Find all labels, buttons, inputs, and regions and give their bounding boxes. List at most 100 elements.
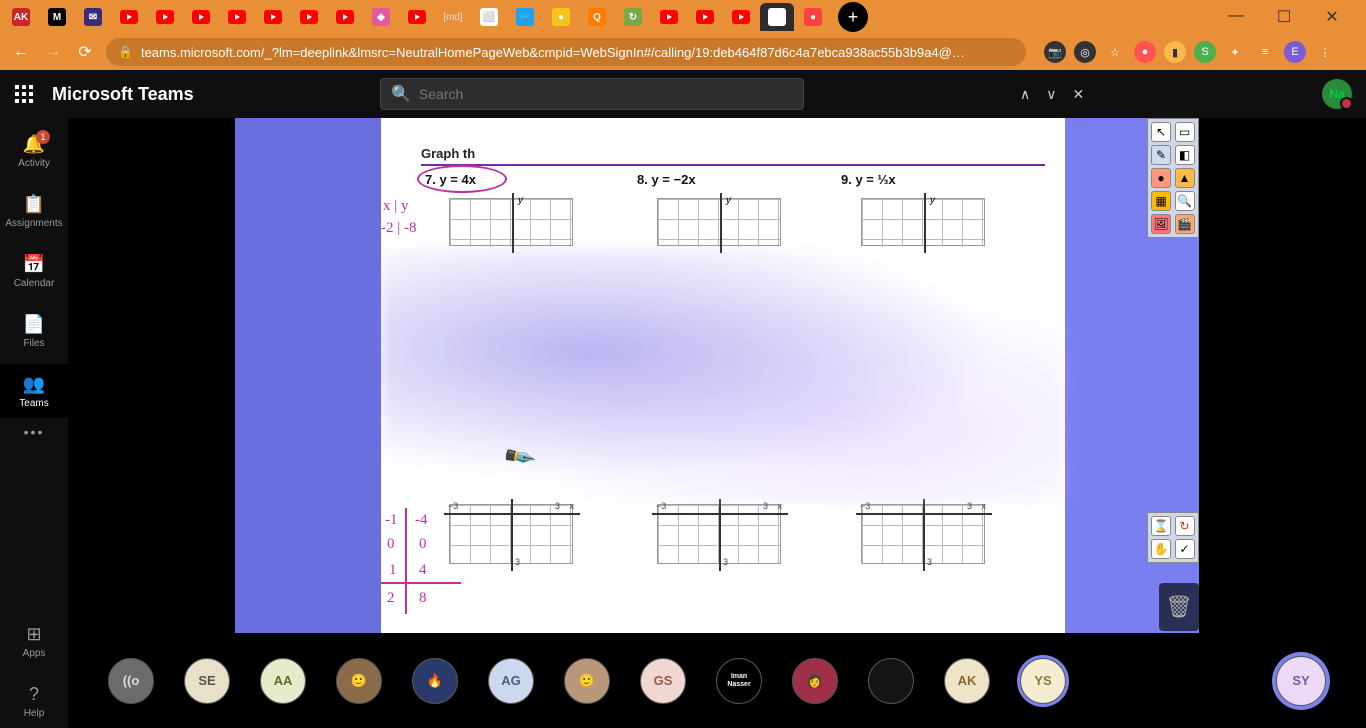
trash-icon[interactable]: 🗑 (1159, 583, 1199, 631)
browser-tab[interactable]: ⬜ (472, 3, 506, 31)
tool-stamp-icon[interactable]: ✓ (1175, 539, 1195, 559)
problem-8: 8. y = −2x (637, 172, 696, 187)
browser-tab[interactable] (652, 3, 686, 31)
extension-icon[interactable]: S (1194, 41, 1216, 63)
browser-tab[interactable]: ↻ (616, 3, 650, 31)
problem-7: 7. y = 4x (425, 172, 476, 187)
tool-timer-icon[interactable]: ⌛ (1151, 516, 1171, 536)
extension-icon[interactable]: ⋮ (1314, 41, 1336, 63)
browser-tab[interactable] (400, 3, 434, 31)
browser-tab[interactable]: ✉ (76, 3, 110, 31)
browser-tab[interactable]: M (40, 3, 74, 31)
browser-tab[interactable]: AK (4, 3, 38, 31)
rail-label: Files (23, 338, 44, 349)
nav-forward-button[interactable]: → (42, 43, 64, 61)
participant-avatar[interactable]: YS (1020, 658, 1066, 704)
extension-icon[interactable]: ● (1134, 41, 1156, 63)
participant-avatar[interactable]: AK (944, 658, 990, 704)
participant-avatar[interactable]: 🙂 (564, 658, 610, 704)
rail-item-teams[interactable]: 👥Teams (0, 364, 68, 418)
search-prev-button[interactable]: ∧ (1020, 86, 1030, 103)
me-avatar[interactable]: Na (1322, 79, 1352, 109)
tool-refresh-icon[interactable]: ↻ (1175, 516, 1195, 536)
window-maximize-button[interactable]: ☐ (1270, 7, 1298, 27)
app-launcher-button[interactable] (0, 85, 48, 103)
rail-item-activity[interactable]: 🔔Activity1 (0, 124, 68, 178)
browser-tab[interactable] (256, 3, 290, 31)
search-next-button[interactable]: ∨ (1046, 86, 1056, 103)
participant-avatar[interactable]: ((o (108, 658, 154, 704)
participant-avatar[interactable]: 👩 (792, 658, 838, 704)
rail-item-apps[interactable]: ⊞Apps (0, 614, 68, 668)
tool-video-icon[interactable]: 🎬 (1175, 214, 1195, 234)
desktop-bg-left (235, 118, 381, 633)
extension-icon[interactable]: 📷 (1044, 41, 1066, 63)
rail-item-files[interactable]: 📄Files (0, 304, 68, 358)
participant-avatar-me[interactable]: SY (1276, 656, 1326, 706)
extension-icon[interactable]: ☆ (1104, 41, 1126, 63)
participant-avatar[interactable]: AA (260, 658, 306, 704)
browser-nav-row: ← → ⟳ 🔒 teams.microsoft.com/_?lm=deeplin… (0, 34, 1366, 70)
rail-item-calendar[interactable]: 📅Calendar (0, 244, 68, 298)
browser-tab[interactable] (112, 3, 146, 31)
window-close-button[interactable]: ✕ (1318, 7, 1346, 27)
rail-more-button[interactable]: ••• (24, 424, 45, 454)
tool-hand-icon[interactable]: ✋ (1151, 539, 1171, 559)
browser-tab[interactable] (292, 3, 326, 31)
tool-shape-icon[interactable]: ● (1151, 168, 1171, 188)
participant-avatar[interactable]: AG (488, 658, 534, 704)
participant-avatar[interactable]: 🙂 (336, 658, 382, 704)
address-bar[interactable]: 🔒 teams.microsoft.com/_?lm=deeplink&lmsr… (106, 38, 1026, 66)
extension-icon[interactable]: E (1284, 41, 1306, 63)
nav-reload-button[interactable]: ⟳ (74, 42, 96, 62)
browser-tab[interactable]: ● (796, 3, 830, 31)
apps-icon: ⊞ (26, 624, 41, 645)
participant-avatar[interactable] (868, 658, 914, 704)
tool-pen-icon[interactable]: ✎ (1151, 145, 1171, 165)
nav-back-button[interactable]: ← (10, 43, 32, 61)
browser-tab[interactable]: [md] (436, 3, 470, 31)
tool-pointer-icon[interactable]: ↖ (1151, 122, 1171, 142)
app-title: Microsoft Teams (52, 84, 194, 105)
extension-icon[interactable]: ◎ (1074, 41, 1096, 63)
extension-icon[interactable]: ✦ (1224, 41, 1246, 63)
extension-icon[interactable]: ≡ (1254, 41, 1276, 63)
tool-fill-icon[interactable]: ▲ (1175, 168, 1195, 188)
browser-tab[interactable] (148, 3, 182, 31)
tool-zoom-icon[interactable]: 🔍 (1175, 191, 1195, 211)
tool-eraser-icon[interactable]: ◧ (1175, 145, 1195, 165)
participant-avatar[interactable]: SE (184, 658, 230, 704)
tool-image-icon[interactable]: 🖼 (1151, 214, 1171, 234)
rail-label: Teams (19, 398, 48, 409)
participant-avatar[interactable]: 🔥 (412, 658, 458, 704)
browser-tab[interactable]: Q (580, 3, 614, 31)
browser-tab[interactable]: 🐦 (508, 3, 542, 31)
window-minimize-button[interactable]: — (1222, 7, 1250, 27)
browser-tab[interactable] (184, 3, 218, 31)
browser-tab[interactable]: ⊞ (760, 3, 794, 31)
new-tab-button[interactable]: + (838, 2, 868, 32)
grid-7-bottom: −3 3 x 3 (449, 504, 573, 564)
search-box[interactable]: 🔍 (380, 78, 804, 110)
annotation: 4 (419, 562, 427, 579)
search-close-button[interactable]: ✕ (1073, 86, 1085, 103)
browser-tab[interactable] (220, 3, 254, 31)
participant-avatar[interactable]: GS (640, 658, 686, 704)
grid-8-top: y (657, 198, 781, 246)
search-input[interactable] (419, 86, 793, 102)
browser-tab[interactable] (328, 3, 362, 31)
calendar-icon: 📅 (23, 254, 45, 275)
participant-avatar[interactable]: ImanNasser (716, 658, 762, 704)
rail-item-assignments[interactable]: 📋Assignments (0, 184, 68, 238)
browser-tab[interactable]: ● (544, 3, 578, 31)
extension-icon[interactable]: ▮ (1164, 41, 1186, 63)
tool-select-icon[interactable]: ▭ (1175, 122, 1195, 142)
annotation: 2 (387, 590, 395, 607)
browser-tab[interactable] (724, 3, 758, 31)
rail-item-help[interactable]: ?Help (0, 674, 68, 728)
tool-text-icon[interactable]: ▦ (1151, 191, 1171, 211)
grid-7-top: y (449, 198, 573, 246)
browser-tab[interactable] (688, 3, 722, 31)
participant-roster: ((o SE AA 🙂 🔥 AG 🙂 GS ImanNasser 👩 AK YS SY (68, 633, 1366, 728)
browser-tab[interactable]: ◆ (364, 3, 398, 31)
